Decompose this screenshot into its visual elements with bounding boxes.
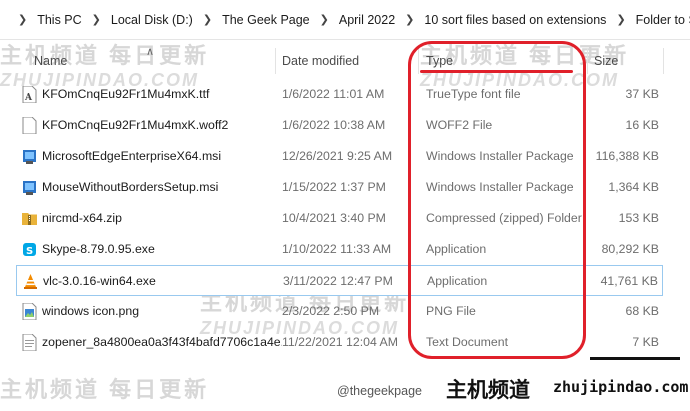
column-divider[interactable]: [275, 48, 276, 74]
file-size: 37 KB: [625, 87, 660, 101]
type-column-highlight: [408, 41, 586, 359]
file-size: 41,761 KB: [600, 274, 658, 288]
file-name: nircmd-x64.zip: [42, 211, 122, 225]
column-header-date[interactable]: Date modified: [282, 54, 359, 68]
breadcrumb-local-disk[interactable]: Local Disk (D:): [111, 13, 193, 27]
breadcrumb-the-geek-page[interactable]: The Geek Page: [222, 13, 310, 27]
file-name: windows icon.png: [42, 304, 140, 318]
file-date: 1/15/2022 1:37 PM: [282, 180, 386, 194]
credit-text: @thegeekpage: [337, 384, 422, 398]
column-divider[interactable]: [663, 48, 664, 74]
file-name: MouseWithoutBordersSetup.msi: [42, 180, 219, 194]
file-name: MicrosoftEdgeEnterpriseX64.msi: [42, 149, 222, 163]
breadcrumb-april-2022[interactable]: April 2022: [339, 13, 395, 27]
file-name: KFOmCnqEu92Fr1Mu4mxK.woff2: [42, 118, 229, 132]
breadcrumb-this-pc[interactable]: This PC: [37, 13, 81, 27]
file-date: 2/3/2022 2:50 PM: [282, 304, 380, 318]
chevron-right-icon: ❯: [91, 14, 101, 26]
file-size: 68 KB: [625, 304, 660, 318]
file-size: 116,388 KB: [595, 149, 659, 163]
file-date: 1/6/2022 10:38 AM: [282, 118, 386, 132]
svg-text:S: S: [26, 246, 33, 257]
file-size: 153 KB: [618, 211, 659, 225]
breadcrumb-folder-to-sort[interactable]: Folder to Sort: [636, 13, 690, 27]
file-date: 1/10/2022 11:33 AM: [282, 242, 392, 256]
file-name: zopener_8a4800ea0a3f43f4bafd7706c1a4e...: [42, 335, 282, 349]
svg-text:A: A: [24, 93, 33, 103]
address-bar[interactable]: ❯ This PC ❯ Local Disk (D:) ❯ The Geek P…: [0, 0, 690, 40]
file-name: KFOmCnqEu92Fr1Mu4mxK.ttf: [42, 87, 210, 101]
site-logo-en: zhujipindao.com: [553, 378, 689, 396]
file-size: 1,364 KB: [608, 180, 659, 194]
file-size: 16 KB: [625, 118, 660, 132]
file-size: 7 KB: [632, 335, 659, 349]
site-logo-cn: 主机频道: [446, 378, 530, 402]
chevron-right-icon: ❯: [319, 14, 329, 26]
divider-bar: [590, 357, 680, 360]
breadcrumb-sort-files[interactable]: 10 sort files based on extensions: [424, 13, 606, 27]
blank-file-icon: [22, 117, 37, 134]
skype-app-icon: S: [23, 243, 36, 257]
text-file-icon: [22, 334, 37, 351]
file-name: vlc-3.0.16-win64.exe: [43, 274, 156, 288]
chevron-right-icon: ❯: [202, 14, 213, 26]
column-header-size[interactable]: Size: [594, 54, 618, 68]
watermark-cn-bottom: 主机频道 每日更新: [0, 377, 210, 402]
file-date: 10/4/2021 3:40 PM: [282, 211, 386, 225]
installer-icon: [23, 150, 36, 164]
image-file-icon: [22, 303, 37, 320]
chevron-right-icon: ❯: [405, 14, 415, 26]
vlc-cone-icon: [24, 274, 37, 289]
column-divider[interactable]: [587, 48, 588, 74]
installer-icon: [23, 181, 36, 195]
file-date: 1/6/2022 11:01 AM: [282, 87, 385, 101]
zip-folder-icon: [22, 213, 37, 225]
font-file-icon: A: [22, 86, 37, 103]
chevron-right-icon: ❯: [616, 14, 626, 26]
file-date: 12/26/2021 9:25 AM: [282, 149, 393, 163]
file-name: Skype-8.79.0.95.exe: [42, 242, 155, 256]
file-date: 11/22/2021 12:04 AM: [282, 335, 399, 349]
file-date: 3/11/2022 12:47 PM: [283, 274, 393, 288]
column-header-row: Name Date modified Type Size: [0, 44, 690, 76]
chevron-right-icon: ❯: [18, 14, 28, 26]
file-size: 80,292 KB: [601, 242, 659, 256]
type-header-underline: [420, 70, 573, 73]
column-header-name[interactable]: Name: [34, 54, 67, 68]
